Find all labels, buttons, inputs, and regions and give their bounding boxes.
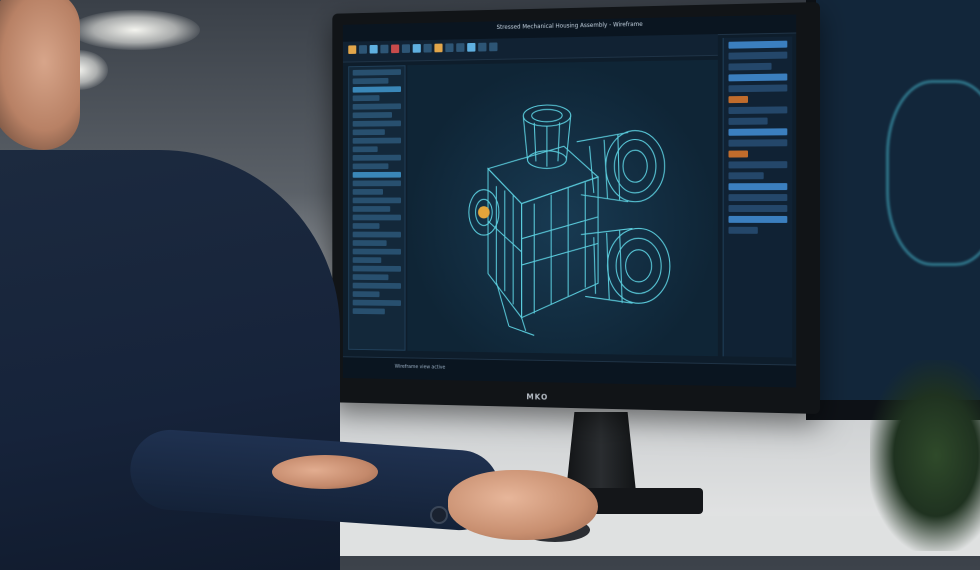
side-monitor-screen bbox=[816, 0, 980, 400]
tree-item[interactable] bbox=[352, 137, 401, 144]
tree-item[interactable] bbox=[352, 69, 401, 76]
toolbar-tool-icon[interactable] bbox=[434, 43, 443, 53]
property-row[interactable] bbox=[728, 215, 788, 223]
property-row[interactable] bbox=[728, 95, 749, 104]
toolbar-tool-icon[interactable] bbox=[391, 44, 400, 54]
toolbar-tool-icon[interactable] bbox=[489, 42, 498, 52]
property-row[interactable] bbox=[728, 106, 788, 115]
tree-item[interactable] bbox=[352, 231, 401, 238]
tree-item[interactable] bbox=[352, 257, 382, 264]
cad-application-window: Stressed Mechanical Housing Assembly - W… bbox=[342, 14, 797, 388]
tree-item[interactable] bbox=[352, 146, 378, 153]
toolbar-tool-icon[interactable] bbox=[445, 43, 454, 53]
property-row[interactable] bbox=[728, 117, 768, 125]
tree-item[interactable] bbox=[352, 163, 389, 170]
property-row[interactable] bbox=[728, 139, 788, 147]
tree-item[interactable] bbox=[352, 171, 401, 178]
tree-item[interactable] bbox=[352, 189, 384, 195]
3d-viewport[interactable] bbox=[407, 59, 718, 357]
tree-item[interactable] bbox=[352, 120, 401, 127]
tree-item[interactable] bbox=[352, 299, 401, 306]
property-row[interactable] bbox=[728, 161, 788, 169]
properties-panel bbox=[722, 36, 793, 358]
property-row[interactable] bbox=[728, 205, 788, 212]
tree-item[interactable] bbox=[352, 77, 389, 85]
property-row[interactable] bbox=[728, 84, 788, 93]
highlight-marker bbox=[478, 206, 490, 219]
toolbar-tool-icon[interactable] bbox=[358, 45, 367, 54]
status-text: Wireframe view active bbox=[394, 363, 446, 371]
property-row[interactable] bbox=[728, 194, 788, 202]
status-bar: Wireframe view active bbox=[342, 356, 797, 388]
tree-item[interactable] bbox=[352, 240, 387, 246]
toolbar-tool-icon[interactable] bbox=[456, 43, 465, 52]
person-head bbox=[0, 0, 80, 150]
main-monitor: Stressed Mechanical Housing Assembly - W… bbox=[332, 2, 820, 414]
property-row[interactable] bbox=[728, 40, 788, 49]
tree-item[interactable] bbox=[352, 223, 380, 229]
toolbar-tool-icon[interactable] bbox=[369, 44, 378, 54]
toolbar-tool-icon[interactable] bbox=[467, 42, 476, 52]
monitor-brand-logo: MKO bbox=[526, 392, 549, 402]
side-monitor bbox=[806, 0, 980, 420]
property-row[interactable] bbox=[728, 183, 788, 191]
property-row[interactable] bbox=[728, 150, 749, 158]
tree-item[interactable] bbox=[352, 282, 401, 289]
viewport-wireframe-icon bbox=[407, 60, 718, 356]
property-row[interactable] bbox=[728, 73, 788, 82]
tree-item[interactable] bbox=[352, 274, 389, 281]
toolbar-tool-icon[interactable] bbox=[348, 45, 357, 54]
tree-item[interactable] bbox=[352, 95, 380, 102]
tree-item[interactable] bbox=[352, 154, 401, 161]
model-tree-panel bbox=[348, 65, 406, 351]
tree-item[interactable] bbox=[352, 291, 380, 298]
tree-item[interactable] bbox=[352, 129, 385, 136]
property-row[interactable] bbox=[728, 62, 772, 71]
tree-item[interactable] bbox=[352, 112, 392, 119]
toolbar-tool-icon[interactable] bbox=[380, 44, 389, 54]
toolbar-tool-icon[interactable] bbox=[412, 44, 421, 53]
person-right-hand bbox=[448, 470, 598, 540]
tree-item[interactable] bbox=[352, 206, 391, 212]
tree-item[interactable] bbox=[352, 103, 401, 110]
side-3d-model bbox=[886, 80, 980, 266]
tree-item[interactable] bbox=[352, 308, 385, 315]
property-row[interactable] bbox=[728, 128, 788, 136]
toolbar-tool-icon[interactable] bbox=[423, 43, 432, 53]
monitor-stand bbox=[566, 412, 636, 492]
property-row[interactable] bbox=[728, 226, 758, 234]
office-scene: Stressed Mechanical Housing Assembly - W… bbox=[0, 0, 980, 570]
toolbar-tool-icon[interactable] bbox=[478, 42, 487, 52]
window-title: Stressed Mechanical Housing Assembly - W… bbox=[496, 20, 643, 31]
ceiling-lamp-left bbox=[70, 10, 200, 50]
tree-item[interactable] bbox=[352, 248, 401, 255]
property-row[interactable] bbox=[728, 51, 788, 60]
tree-item[interactable] bbox=[352, 180, 401, 187]
property-row[interactable] bbox=[728, 172, 764, 180]
cuff-button bbox=[430, 506, 448, 524]
tree-item[interactable] bbox=[352, 214, 401, 221]
person-left-hand bbox=[272, 455, 378, 489]
tree-item[interactable] bbox=[352, 86, 401, 93]
toolbar-tool-icon[interactable] bbox=[401, 44, 410, 53]
tree-item[interactable] bbox=[352, 197, 401, 204]
tree-item[interactable] bbox=[352, 265, 401, 272]
plant bbox=[870, 360, 980, 551]
